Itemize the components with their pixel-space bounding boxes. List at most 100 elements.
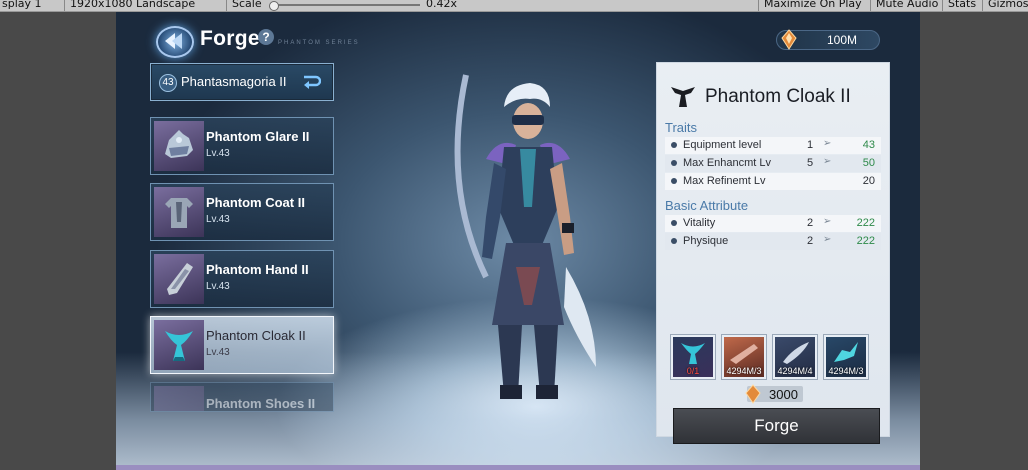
item-thumbnail — [154, 386, 204, 411]
item-level: Lv.43 — [206, 148, 230, 159]
item-name: Phantom Cloak II — [206, 328, 306, 343]
crystal-icon — [745, 384, 761, 404]
list-item-phantom-hand[interactable]: Phantom Hand II Lv.43 — [150, 250, 334, 308]
item-thumbnail — [154, 254, 204, 304]
arrow-right-icon: ➢ — [823, 138, 832, 149]
scale-slider-track[interactable] — [272, 4, 420, 6]
bullet-icon — [671, 160, 677, 166]
currency-amount: 100M — [827, 33, 858, 47]
page-subtitle: PHANTOM SERIES — [278, 40, 360, 46]
traits-heading: Traits — [665, 120, 698, 135]
item-name: Phantom Glare II — [206, 129, 310, 144]
stat-current: 2 — [807, 217, 814, 229]
crystal-icon — [781, 29, 797, 50]
item-name: Phantom Coat II — [206, 195, 305, 210]
item-name: Phantom Shoes II — [206, 396, 316, 411]
scale-label: Scale — [232, 0, 262, 10]
editor-gutter-left — [0, 12, 116, 470]
back-button[interactable] — [156, 26, 194, 58]
stat-row-physique: Physique 2 ➢ 222 — [665, 233, 881, 250]
item-detail-panel: Phantom Cloak II Traits Equipment level … — [656, 62, 890, 444]
maximize-on-play-toggle[interactable]: Maximize On Play — [764, 0, 862, 10]
set-name: Phantasmagoria II — [181, 74, 287, 89]
item-thumbnail — [154, 187, 204, 237]
stat-label: Physique — [683, 235, 729, 247]
material-count: 4294M/3 — [828, 366, 864, 376]
currency-display: 100M — [776, 29, 880, 50]
item-level: Lv.43 — [206, 281, 230, 292]
bullet-icon — [671, 142, 677, 148]
arrow-right-icon: ➢ — [823, 216, 832, 227]
list-item-phantom-cloak[interactable]: Phantom Cloak II Lv.43 — [150, 316, 334, 374]
stat-row-max-enhancement: Max Enhancmt Lv 5 ➢ 50 — [665, 155, 881, 172]
page-title: Forge — [200, 27, 260, 50]
back-arrow-icon — [165, 33, 182, 49]
list-item-phantom-coat[interactable]: Phantom Coat II Lv.43 — [150, 183, 334, 241]
stat-current: 2 — [807, 235, 814, 247]
feather-material-icon — [783, 342, 809, 364]
stat-label: Max Enhancmt Lv — [683, 157, 772, 169]
forge-cost-amount: 3000 — [769, 387, 798, 402]
crystal-shard-material-icon — [834, 342, 858, 362]
scale-slider-handle[interactable] — [269, 1, 279, 11]
stat-next: 222 — [856, 235, 875, 247]
item-level: Lv.43 — [206, 214, 230, 225]
stat-label: Equipment level — [683, 139, 762, 151]
stat-current: 5 — [807, 157, 814, 169]
stat-row-equipment-level: Equipment level 1 ➢ 43 — [665, 137, 881, 154]
item-name: Phantom Hand II — [206, 262, 309, 277]
forge-button[interactable]: Forge — [673, 408, 880, 444]
stat-next: 20 — [862, 175, 875, 187]
bullet-icon — [671, 178, 677, 184]
forge-cost: 3000 — [745, 384, 803, 404]
character-model — [454, 74, 596, 399]
stat-next: 43 — [862, 139, 875, 151]
coat-icon — [165, 198, 193, 228]
swap-icon[interactable] — [301, 72, 321, 90]
bullet-icon — [671, 238, 677, 244]
stat-next: 50 — [862, 157, 875, 169]
display-dropdown[interactable]: splay 1 — [2, 0, 42, 10]
leather-material-icon — [730, 344, 758, 364]
mute-audio-toggle[interactable]: Mute Audio — [876, 0, 938, 10]
equipment-set-selector[interactable]: 43 Phantasmagoria II — [150, 63, 334, 101]
editor-toolbar: splay 1 1920x1080 Landscape Scale 0.42x … — [0, 0, 1028, 12]
item-thumbnail — [154, 121, 204, 171]
list-item-phantom-glare[interactable]: Phantom Glare II Lv.43 — [150, 117, 334, 175]
item-level: Lv.43 — [206, 347, 230, 358]
stat-label: Max Refinemt Lv — [683, 175, 766, 187]
arrow-right-icon: ➢ — [823, 234, 832, 245]
item-thumbnail — [154, 320, 204, 370]
item-title: Phantom Cloak II — [705, 86, 851, 107]
scale-value: 0.42x — [426, 0, 458, 10]
stat-row-max-refinement: Max Refinemt Lv 20 — [665, 173, 881, 190]
gauntlet-icon — [167, 263, 193, 295]
cloak-icon — [165, 331, 193, 361]
list-item-phantom-shoes[interactable]: Phantom Shoes II — [150, 382, 334, 412]
bullet-icon — [671, 220, 677, 226]
editor-bottom-strip — [116, 465, 920, 470]
stats-toggle[interactable]: Stats — [948, 0, 976, 10]
material-slot-cloak[interactable]: 0/1 — [671, 335, 715, 379]
material-slot-feather[interactable]: 4294M/4 — [773, 335, 817, 379]
helmet-icon — [165, 130, 193, 158]
material-slot-leather[interactable]: 4294M/3 — [722, 335, 766, 379]
cloak-category-icon — [671, 87, 695, 107]
editor-gutter-right — [920, 12, 1028, 470]
cloak-material-icon — [681, 343, 705, 364]
gizmos-toggle[interactable]: Gizmos — [988, 0, 1028, 10]
material-count: 4294M/4 — [777, 366, 813, 376]
arrow-right-icon: ➢ — [823, 156, 832, 167]
set-level-badge: 43 — [159, 74, 177, 92]
material-slot-crystal[interactable]: 4294M/3 — [824, 335, 868, 379]
material-count: 4294M/3 — [726, 366, 762, 376]
help-icon[interactable]: ? — [258, 29, 274, 45]
stat-row-vitality: Vitality 2 ➢ 222 — [665, 215, 881, 232]
game-view: Forge ? PHANTOM SERIES 100M 43 Phantasma… — [116, 12, 920, 465]
stat-label: Vitality — [683, 217, 716, 229]
basic-attribute-heading: Basic Attribute — [665, 198, 749, 213]
material-count: 0/1 — [686, 366, 700, 376]
stat-next: 222 — [856, 217, 875, 229]
resolution-dropdown[interactable]: 1920x1080 Landscape — [70, 0, 195, 10]
stat-current: 1 — [807, 139, 814, 151]
